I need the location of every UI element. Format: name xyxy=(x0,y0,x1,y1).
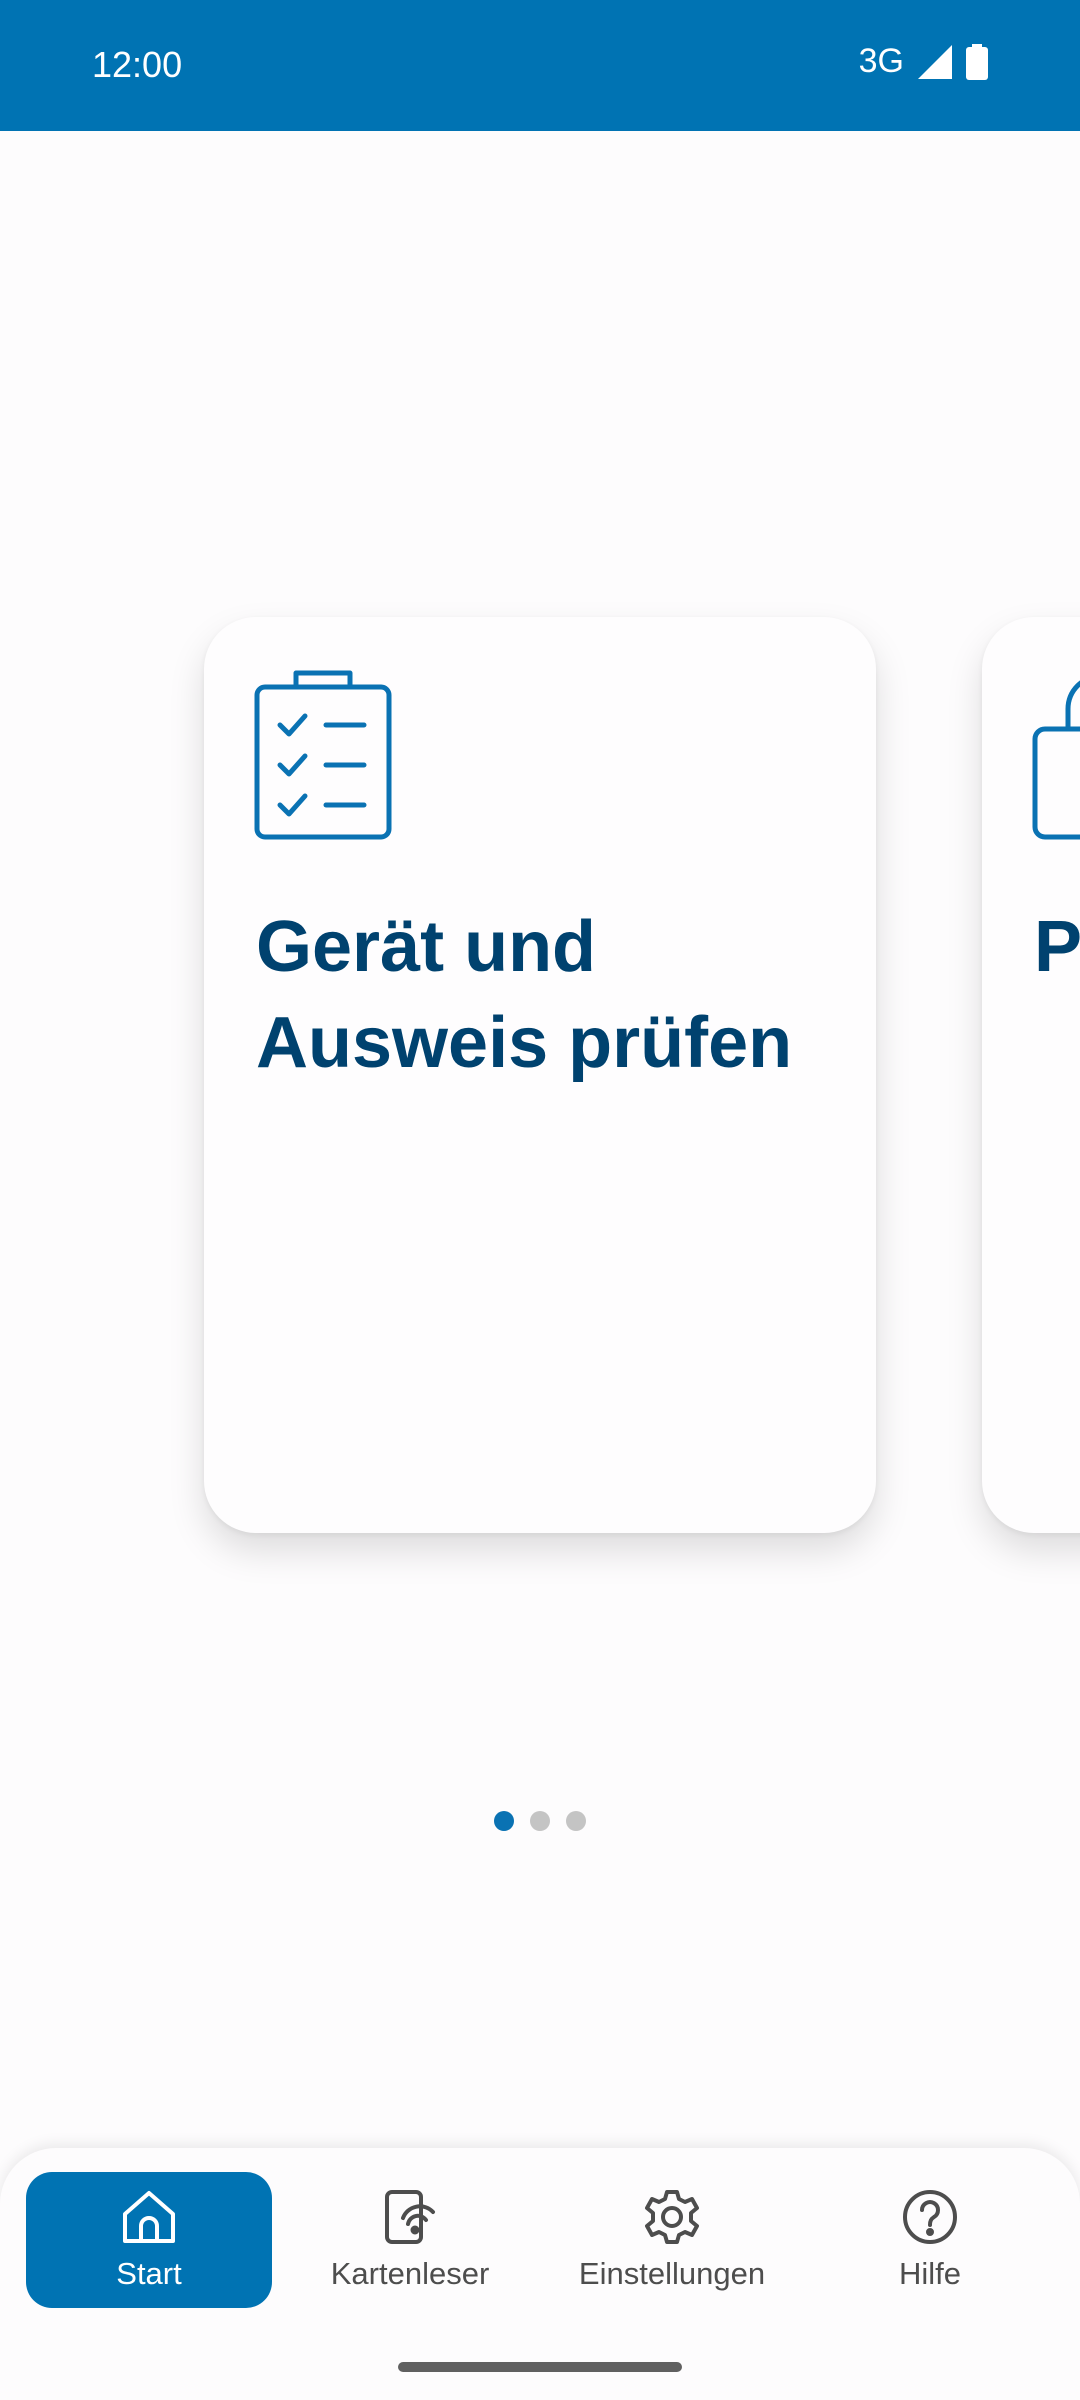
card-title: P xyxy=(1034,907,1080,987)
nav-item-hilfe[interactable]: Hilfe xyxy=(850,2172,1010,2308)
status-time: 12:00 xyxy=(92,44,183,85)
battery-icon xyxy=(966,43,988,80)
signal-icon xyxy=(918,44,952,79)
card-title: Gerät und Ausweis prüfen xyxy=(256,907,793,1083)
card-check-device-and-id[interactable]: Gerät und Ausweis prüfen xyxy=(204,617,876,1533)
status-indicators: 3G xyxy=(859,42,988,81)
gear-icon xyxy=(643,2188,701,2246)
card-next-partial[interactable]: P xyxy=(982,617,1080,1533)
network-type: 3G xyxy=(858,42,904,80)
page-dot-active xyxy=(494,1811,514,1831)
nav-item-einstellungen[interactable]: Einstellungen xyxy=(562,2172,782,2308)
help-circle-icon xyxy=(901,2188,959,2246)
home-indicator-bar[interactable] xyxy=(398,2362,682,2372)
page-dot xyxy=(566,1811,586,1831)
nav-label: Kartenleser xyxy=(330,2256,490,2291)
page-indicator xyxy=(0,1811,1080,1831)
clipboard-checklist-icon xyxy=(254,669,394,846)
nav-label: Hilfe xyxy=(898,2256,961,2291)
padlock-icon xyxy=(1032,669,1080,846)
status-bar: 12:00 3G xyxy=(0,0,1080,131)
card-reader-icon xyxy=(381,2188,439,2246)
tile-carousel[interactable]: Gerät und Ausweis prüfen P xyxy=(0,131,1080,2081)
nav-label: Start xyxy=(116,2256,182,2291)
nav-item-start[interactable]: Start xyxy=(26,2172,272,2308)
nav-item-kartenleser[interactable]: Kartenleser xyxy=(310,2172,510,2308)
page-dot xyxy=(530,1811,550,1831)
nav-label: Einstellungen xyxy=(578,2256,766,2291)
home-icon xyxy=(120,2188,178,2246)
